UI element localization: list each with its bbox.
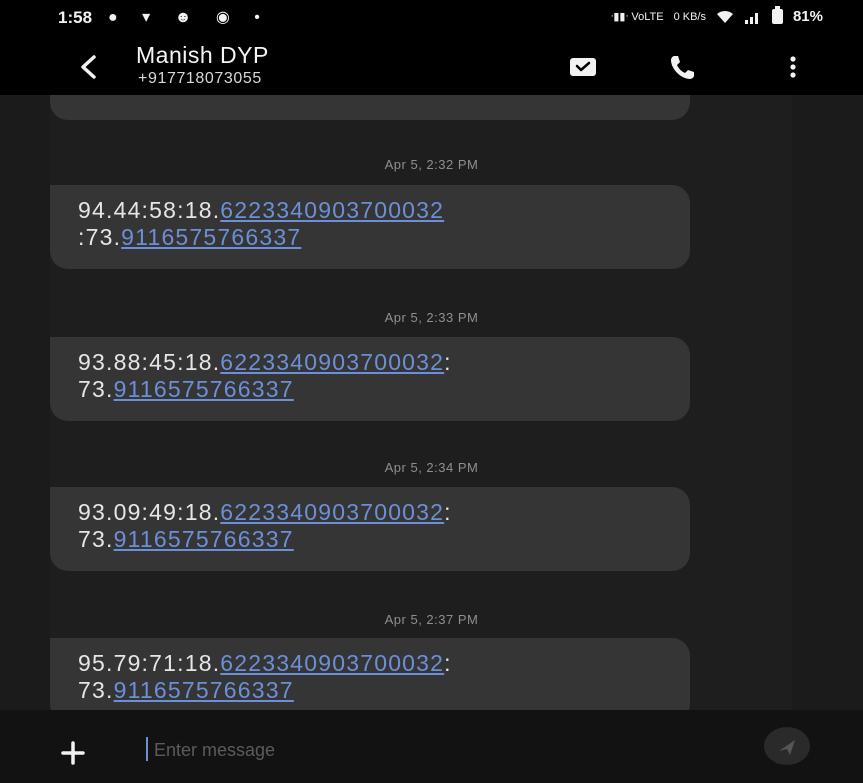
message-colon: :: [444, 650, 452, 676]
message-mid: 73.: [78, 376, 114, 402]
message-text: 94.44:58:18.6223340903700032 :73.91165757…: [78, 197, 444, 251]
message-link[interactable]: 9116575766337: [114, 526, 294, 552]
message-link[interactable]: 6223340903700032: [220, 650, 444, 676]
message-timestamp: Apr 5, 2:33 PM: [384, 310, 479, 325]
data-speed: 0 KB/s: [673, 10, 706, 23]
previous-message-bubble[interactable]: [50, 95, 690, 120]
phone-call-icon[interactable]: [668, 52, 698, 82]
message-colon: :: [444, 349, 452, 375]
message-bubble[interactable]: 93.09:49:18.6223340903700032: 73.91165757…: [50, 487, 690, 571]
status-bar: 1:58 ● ▾ ☻ ◉ • ᐧ▮▮ᐧ VoLTE 0 KB/s 81%: [0, 0, 863, 40]
message-link[interactable]: 9116575766337: [114, 677, 294, 703]
message-link[interactable]: 9116575766337: [114, 376, 294, 402]
wifi-icon: [716, 10, 733, 23]
message-input[interactable]: [152, 735, 696, 765]
message-timestamp: Apr 5, 2:34 PM: [384, 460, 479, 475]
message-prefix: 93.88:45:18.: [78, 349, 221, 375]
message-text: 95.79:71:18.6223340903700032: 73.91165757…: [78, 650, 452, 704]
message-prefix: 95.79:71:18.: [78, 650, 221, 676]
battery-icon: [771, 6, 783, 24]
message-link[interactable]: 6223340903700032: [220, 349, 444, 375]
message-prefix: 94.44:58:18.: [78, 197, 221, 223]
message-mid: :73.: [78, 224, 122, 250]
more-options-icon[interactable]: [778, 52, 808, 82]
message-type-icon[interactable]: [568, 52, 598, 82]
message-text: 93.88:45:18.6223340903700032: 73.91165757…: [78, 349, 452, 403]
send-icon: [779, 740, 795, 755]
plus-icon[interactable]: [58, 738, 88, 768]
text-cursor: [146, 737, 148, 761]
message-bubble[interactable]: 94.44:58:18.6223340903700032 :73.91165757…: [50, 185, 690, 269]
compose-bar: [0, 710, 863, 783]
contact-name[interactable]: Manish DYP: [136, 42, 269, 69]
battery-percent: 81%: [792, 8, 823, 25]
notification-icons: ● ▾ ☻ ◉ •: [108, 9, 270, 26]
message-mid: 73.: [78, 677, 114, 703]
contact-number[interactable]: +917718073055: [138, 70, 262, 88]
conversation-header: Manish DYP +917718073055: [0, 40, 863, 95]
message-link[interactable]: 9116575766337: [121, 224, 301, 250]
status-right: ᐧ▮▮ᐧ VoLTE 0 KB/s 81%: [610, 6, 823, 25]
message-prefix: 93.09:49:18.: [78, 499, 221, 525]
message-input-wrap: [146, 735, 706, 765]
message-timestamp: Apr 5, 2:32 PM: [384, 157, 479, 172]
signal-icon: [744, 12, 758, 24]
message-bubble[interactable]: 93.88:45:18.6223340903700032: 73.91165757…: [50, 337, 690, 421]
message-timestamp: Apr 5, 2:37 PM: [384, 612, 479, 627]
message-colon: :: [444, 499, 452, 525]
message-link[interactable]: 6223340903700032: [220, 499, 444, 525]
back-arrow-icon[interactable]: [74, 50, 102, 84]
send-button[interactable]: [764, 727, 810, 765]
message-link[interactable]: 6223340903700032: [220, 197, 444, 223]
message-text: 93.09:49:18.6223340903700032: 73.91165757…: [78, 499, 452, 553]
network-info: ᐧ▮▮ᐧ VoLTE: [610, 11, 664, 23]
message-mid: 73.: [78, 526, 114, 552]
status-time: 1:58: [58, 8, 93, 27]
